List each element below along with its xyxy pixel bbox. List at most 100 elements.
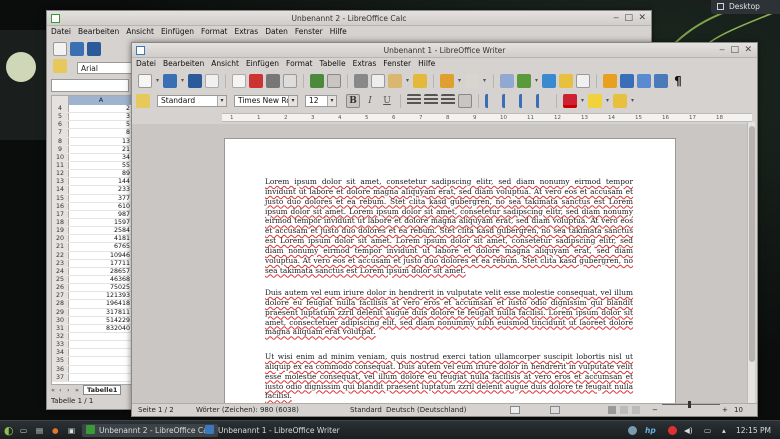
table-row[interactable]: 37: [52, 373, 133, 382]
font-size-select[interactable]: 12 ▾: [305, 94, 337, 107]
row-header[interactable]: 4: [52, 105, 69, 113]
row-header[interactable]: 12: [52, 170, 69, 178]
minimize-icon[interactable]: ‒: [719, 45, 725, 56]
row-header[interactable]: 13: [52, 178, 69, 186]
table-row[interactable]: 19 2584: [52, 227, 133, 236]
status-page-style[interactable]: Standard: [350, 404, 382, 416]
minimize-icon[interactable]: ‒: [613, 13, 619, 24]
scrollbar-thumb[interactable]: [749, 126, 755, 362]
row-header[interactable]: 6: [52, 121, 69, 129]
menu-fenster[interactable]: Fenster: [295, 27, 323, 36]
cell[interactable]: [69, 349, 133, 356]
menu-format[interactable]: Format: [286, 59, 312, 68]
table-row[interactable]: 26 75025: [52, 284, 133, 293]
chevron-down-icon[interactable]: ▾: [457, 74, 462, 88]
cell[interactable]: 2584: [69, 227, 133, 234]
volume-icon[interactable]: ◀): [684, 424, 693, 437]
email-icon[interactable]: [205, 74, 219, 88]
row-header[interactable]: 30: [52, 316, 69, 324]
menu-ansicht[interactable]: Ansicht: [126, 27, 154, 36]
image-icon[interactable]: [542, 74, 556, 88]
taskbar-item-calc[interactable]: Unbenannt 2 - LibreOffice Calc: [82, 424, 218, 437]
table-row[interactable]: 11 55: [52, 161, 133, 171]
document-area[interactable]: Lorem ipsum dolor sit amet, consetetur s…: [132, 124, 749, 405]
single-page-view-icon[interactable]: [608, 406, 616, 414]
cell[interactable]: 144: [69, 178, 133, 185]
row-header[interactable]: 10: [52, 153, 69, 161]
bold-icon[interactable]: B: [346, 93, 360, 108]
cell[interactable]: [69, 366, 133, 373]
table-icon[interactable]: [517, 74, 531, 88]
insert-mode-icon[interactable]: [510, 406, 520, 414]
maximize-icon[interactable]: □: [624, 13, 633, 24]
cell[interactable]: 34: [69, 154, 133, 161]
bullets-icon[interactable]: [502, 93, 516, 108]
chevron-down-icon[interactable]: ▾: [534, 74, 539, 88]
cell[interactable]: [69, 333, 133, 340]
table-row[interactable]: 31 832040: [52, 324, 133, 333]
clock[interactable]: 12:15 PM: [736, 424, 771, 437]
table-row[interactable]: 12 89: [52, 170, 133, 179]
open-icon[interactable]: [70, 42, 84, 56]
select-all-corner[interactable]: [52, 96, 69, 105]
cell[interactable]: 3: [69, 113, 133, 120]
save-icon[interactable]: [87, 42, 101, 56]
table-row[interactable]: 29 317811: [52, 308, 133, 317]
formatting-marks-icon[interactable]: ¶: [671, 74, 685, 88]
row-header[interactable]: 35: [52, 357, 69, 365]
decrease-indent-icon[interactable]: [519, 93, 533, 108]
cell[interactable]: [69, 341, 133, 348]
battery-icon[interactable]: ▭: [704, 424, 711, 437]
navigator-icon[interactable]: [620, 74, 634, 88]
paragraph-style-select[interactable]: Standard ▾: [157, 94, 227, 107]
row-header[interactable]: 28: [52, 300, 69, 308]
row-header[interactable]: 22: [52, 251, 69, 259]
chevron-down-icon[interactable]: ▾: [217, 95, 226, 106]
maximize-icon[interactable]: □: [730, 45, 739, 56]
cell[interactable]: [69, 357, 133, 364]
cell[interactable]: 13: [69, 138, 133, 145]
background-color-icon[interactable]: [613, 93, 627, 108]
copy-icon[interactable]: [371, 74, 385, 88]
sheet-tab-tabelle1[interactable]: Tabelle1: [83, 385, 122, 395]
menu-einfuegen[interactable]: Einfügen: [246, 59, 279, 68]
cell[interactable]: 28657: [69, 268, 133, 275]
table-row[interactable]: 9 21: [52, 145, 133, 154]
justify-icon[interactable]: [458, 93, 472, 108]
table-row[interactable]: 18 1597: [52, 218, 133, 228]
browser-icon[interactable]: ●: [52, 424, 59, 437]
cell[interactable]: 233: [69, 186, 133, 193]
network-icon[interactable]: [628, 426, 637, 435]
row-header[interactable]: 27: [52, 292, 69, 300]
row-header[interactable]: 36: [52, 365, 69, 373]
align-right-icon[interactable]: [441, 93, 455, 108]
cell[interactable]: 377: [69, 195, 133, 202]
menu-ansicht[interactable]: Ansicht: [211, 59, 239, 68]
table-row[interactable]: 33: [52, 341, 133, 350]
table-row[interactable]: 28 196418: [52, 300, 133, 309]
spreadsheet-grid[interactable]: A 4 2 5 3 6 5 7 8 8 13 9 21 10 34 11 55 12 89 13 144 14 233 15…: [51, 95, 134, 385]
zoom-slider[interactable]: [662, 401, 720, 408]
cell[interactable]: 196418: [69, 300, 133, 307]
row-header[interactable]: 26: [52, 284, 69, 292]
cut-icon[interactable]: [354, 74, 368, 88]
row-header[interactable]: 23: [52, 259, 69, 267]
table-row[interactable]: 23 17711: [52, 259, 133, 268]
table-row[interactable]: 32: [52, 332, 133, 342]
chevron-down-icon[interactable]: ▾: [405, 74, 410, 88]
writer-titlebar[interactable]: Unbenannt 1 - LibreOffice Writer ‒ □ ✕: [132, 43, 757, 58]
app-launcher-icon[interactable]: ◐: [4, 424, 14, 437]
document-modified-icon[interactable]: [550, 406, 560, 414]
cell[interactable]: 17711: [69, 260, 133, 267]
row-header[interactable]: 34: [52, 349, 69, 357]
paragraph-1[interactable]: Lorem ipsum dolor sit amet, consetetur s…: [265, 177, 633, 275]
menu-hilfe[interactable]: Hilfe: [418, 59, 435, 68]
row-header[interactable]: 20: [52, 235, 69, 243]
gallery-icon[interactable]: [637, 74, 651, 88]
table-row[interactable]: 34: [52, 349, 133, 358]
menu-bearbeiten[interactable]: Bearbeiten: [78, 27, 119, 36]
data-sources-icon[interactable]: [654, 74, 668, 88]
chevron-down-icon[interactable]: ▾: [580, 94, 585, 108]
file-manager-icon[interactable]: ▤: [36, 424, 43, 437]
table-row[interactable]: 42: [52, 105, 133, 114]
